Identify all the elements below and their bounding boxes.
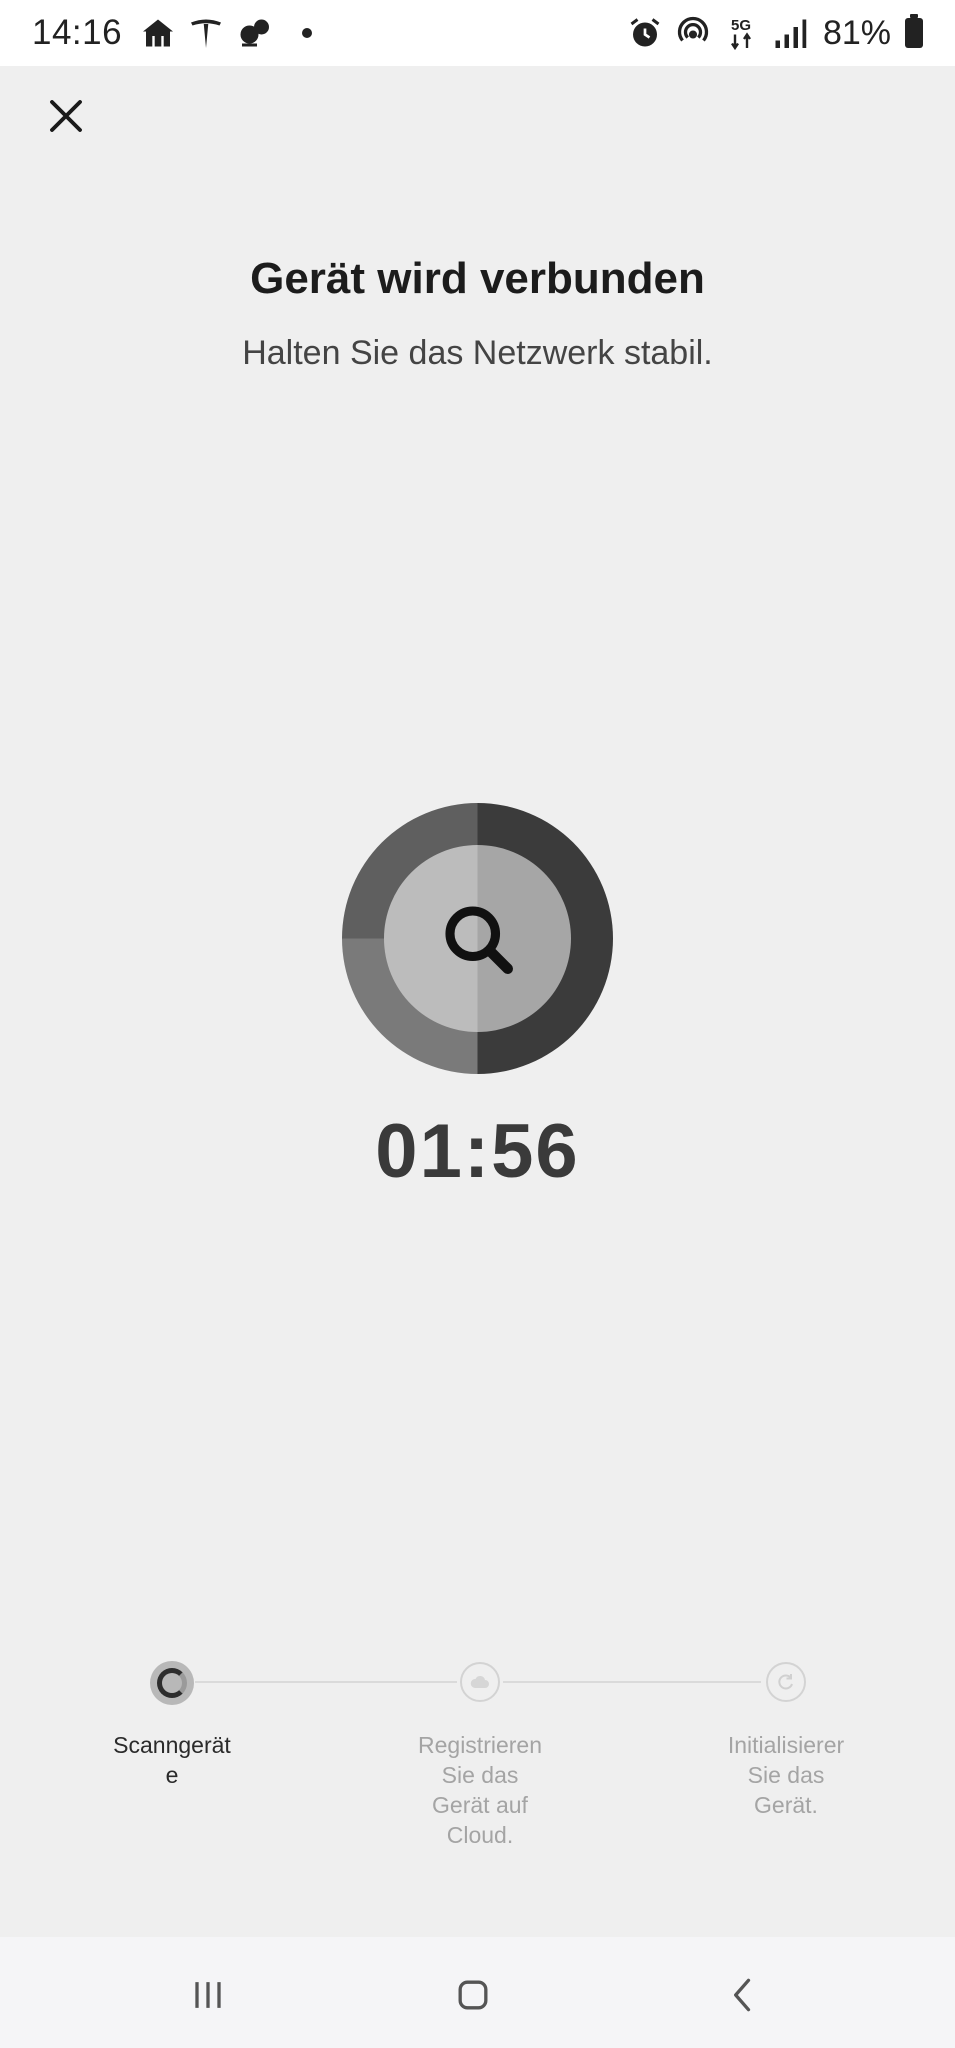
page-subtitle: Halten Sie das Netzwerk stabil. bbox=[242, 334, 713, 372]
step-register-node bbox=[460, 1662, 500, 1702]
status-right: 5G 81% bbox=[627, 14, 923, 53]
svg-text:5G: 5G bbox=[731, 17, 751, 34]
spinner-icon bbox=[157, 1668, 187, 1698]
step-initialize-label: Initialisierer Sie das Gerät. bbox=[691, 1730, 881, 1820]
notification-dot bbox=[302, 28, 313, 38]
step-scan-text: Scanngerät e bbox=[113, 1732, 231, 1788]
step-connector-2 bbox=[503, 1681, 761, 1683]
squirrel-icon bbox=[236, 15, 272, 51]
back-icon bbox=[734, 1978, 751, 2012]
back-button[interactable] bbox=[713, 1965, 773, 2025]
recent-apps-icon bbox=[195, 1982, 221, 2008]
home-button[interactable] bbox=[443, 1965, 503, 2025]
home-icon bbox=[458, 1980, 488, 2010]
hotspot-icon bbox=[675, 15, 711, 51]
alarm-icon bbox=[627, 15, 663, 51]
search-icon bbox=[444, 905, 513, 974]
page-title: Gerät wird verbunden bbox=[250, 254, 705, 303]
scan-indicator-inner bbox=[384, 845, 571, 1032]
status-left: 14:16 bbox=[32, 13, 313, 53]
countdown-timer: 01:56 bbox=[375, 1109, 580, 1194]
battery-icon bbox=[905, 14, 923, 48]
refresh-icon bbox=[778, 1674, 793, 1690]
step-scan-node bbox=[150, 1661, 194, 1705]
step-scan-label: Scanngerät e bbox=[77, 1730, 267, 1790]
navigation-bar bbox=[0, 1937, 955, 2048]
close-icon bbox=[50, 100, 82, 132]
scan-indicator bbox=[342, 803, 613, 1074]
step-initialize-text: Initialisierer Sie das Gerät. bbox=[727, 1732, 845, 1818]
signal-icon bbox=[771, 15, 807, 51]
5g-data-icon: 5G bbox=[723, 15, 759, 51]
restaurant-house-icon bbox=[140, 15, 176, 51]
step-register-label: Registrieren Sie das Gerät auf Cloud. bbox=[385, 1730, 575, 1850]
battery-percent: 81% bbox=[822, 13, 891, 52]
step-connector-1 bbox=[195, 1681, 457, 1683]
status-time: 14:16 bbox=[32, 13, 123, 52]
status-bar: 14:16 5G 81% bbox=[0, 0, 955, 66]
step-register-text: Registrieren Sie das Gerät auf Cloud. bbox=[418, 1732, 542, 1848]
close-button[interactable] bbox=[38, 88, 94, 144]
tesla-icon bbox=[188, 15, 224, 51]
step-initialize-node bbox=[766, 1662, 806, 1702]
cloud-icon bbox=[470, 1675, 489, 1688]
device-connect-screen: 14:16 5G 81% Gerät wird verbunden Halten… bbox=[0, 0, 955, 2048]
recent-apps-button[interactable] bbox=[178, 1965, 238, 2025]
